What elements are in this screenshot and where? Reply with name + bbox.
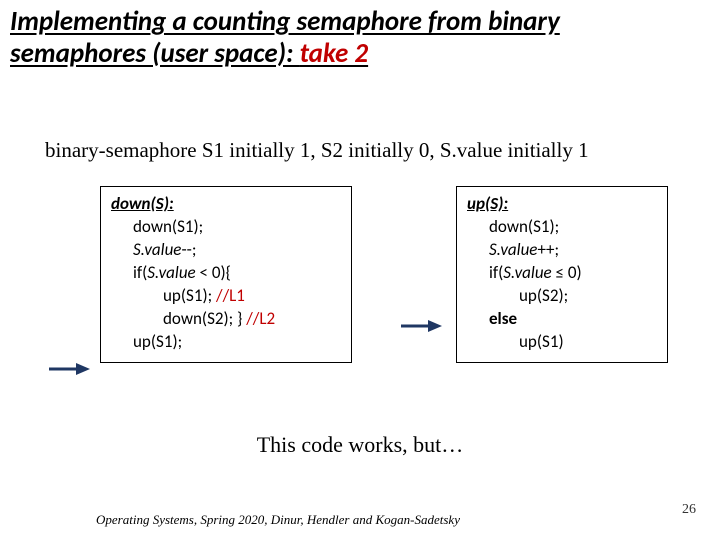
up-l2a: S.value	[489, 239, 537, 260]
down-l5-comment: //L2	[246, 308, 275, 329]
code-box-down: down(S): down(S1); S.value--; if(S.value…	[100, 186, 352, 363]
slide-title: Implementing a counting semaphore from b…	[10, 6, 690, 70]
code-box-up: up(S): down(S1); S.value++; if(S.value ≤…	[456, 186, 668, 363]
up-l3b: S.value	[503, 262, 551, 283]
down-l2a: S.value	[133, 239, 181, 260]
down-l4-comment: //L1	[216, 285, 245, 306]
title-main: Implementing a counting semaphore from b…	[10, 5, 560, 70]
down-fn: down(S):	[111, 193, 174, 214]
down-l2b: --;	[181, 239, 196, 260]
down-l4a: up(S1);	[163, 285, 216, 306]
up-l2b: ++;	[537, 239, 559, 260]
footer: Operating Systems, Spring 2020, Dinur, H…	[96, 512, 460, 528]
up-fn: up(S):	[467, 193, 508, 214]
up-l3c: ≤ 0)	[552, 262, 582, 283]
up-l6: up(S1)	[467, 331, 564, 354]
up-l1: down(S1);	[467, 216, 559, 239]
down-l3a: if(	[133, 262, 147, 283]
arrow-right-icon	[400, 319, 442, 333]
down-l1: down(S1);	[111, 216, 203, 239]
up-l4: up(S2);	[467, 285, 568, 308]
up-l5: else	[467, 308, 517, 331]
arrow-right-icon	[48, 362, 90, 376]
down-l3b: S.value	[147, 262, 195, 283]
init-line: binary-semaphore S1 initially 1, S2 init…	[45, 138, 690, 163]
page-number: 26	[682, 502, 696, 518]
down-l6: up(S1);	[111, 331, 182, 354]
up-l3a: if(	[489, 262, 503, 283]
title-take2: take 2	[300, 37, 369, 70]
down-l5a: down(S2); }	[163, 308, 246, 329]
slide: Implementing a counting semaphore from b…	[0, 0, 720, 540]
down-l3c: < 0){	[196, 262, 231, 283]
caption: This code works, but…	[0, 432, 720, 458]
